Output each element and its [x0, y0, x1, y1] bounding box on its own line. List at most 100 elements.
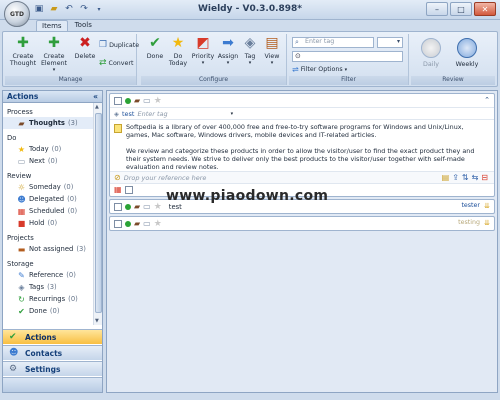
filter-options-label: Filter Options	[300, 66, 343, 73]
tag-search-icon: ⌕	[295, 38, 299, 46]
view-button[interactable]: ▤ View ▾	[261, 34, 283, 67]
tag-button[interactable]: ◈ Tag ▾	[241, 34, 259, 67]
filter-placeholder: Enter tag	[305, 38, 335, 45]
collapse-panel-icon[interactable]: «	[93, 92, 98, 101]
item-tag[interactable]: tester	[461, 202, 480, 209]
assign-button[interactable]: ➡ Assign ▾	[217, 34, 239, 67]
assign-dropdown-icon: ▾	[226, 60, 230, 66]
minimize-button[interactable]: –	[426, 2, 448, 16]
note-text[interactable]: Softpedia is a library of over 400,000 f…	[110, 119, 494, 171]
create-thought-button[interactable]: ✚ Create Thought	[9, 34, 37, 68]
create-thought-icon: ✚	[17, 34, 29, 51]
collapse-card-icon[interactable]: ⌃	[484, 96, 490, 104]
scroll-up-icon[interactable]: ▲	[95, 104, 99, 110]
reference-drop-row[interactable]: ⊘ Drop your reference here ▤ ⇪ ⇅ ⇆ ⊟	[110, 171, 494, 183]
nav-item-thoughts[interactable]: ▰ Thoughts (3)	[3, 117, 94, 129]
scroll-down-icon[interactable]: ▼	[95, 318, 99, 324]
filter-options-dropdown-icon: ▾	[344, 66, 348, 73]
duplicate-button[interactable]: ❐ Duplicate	[99, 40, 139, 50]
attach-file-icon[interactable]: ▤	[442, 173, 450, 182]
close-button[interactable]: ✕	[474, 2, 496, 16]
daily-button[interactable]: Daily	[417, 61, 445, 68]
note-paragraph-2: We review and categorize these products …	[126, 147, 475, 171]
link-add-icon[interactable]: ⇆	[472, 173, 479, 182]
nav-item-today[interactable]: ★ Today (0)	[3, 143, 94, 155]
expand-card-icon[interactable]: ⇊	[484, 219, 490, 227]
done-button[interactable]: ✔ Done	[145, 34, 165, 61]
tag-input[interactable]: Enter tag	[137, 110, 167, 118]
section-storage: Storage	[7, 260, 34, 268]
reference-icon: ▭	[143, 201, 151, 211]
nav-item-someday[interactable]: ☼ Someday (0)	[3, 181, 94, 193]
card-header-row: ▰ ▭ ★ ⌃	[110, 94, 494, 107]
scroll-thumb[interactable]	[95, 113, 102, 313]
delete-button[interactable]: ✖ Delete	[73, 34, 97, 61]
star-icon[interactable]: ★	[154, 219, 162, 229]
done-icon: ✔	[18, 306, 25, 316]
select-checkbox[interactable]	[114, 219, 122, 228]
actions-icon: ✔	[9, 332, 17, 342]
chevron-down-icon[interactable]: ▾	[231, 111, 234, 117]
select-checkbox[interactable]	[114, 202, 122, 211]
filter-options-button[interactable]: ⇌ Filter Options ▾	[292, 65, 347, 74]
filter-tag-dropdown[interactable]: ▾	[377, 37, 403, 48]
filter-second-input[interactable]: ⊙	[292, 51, 403, 62]
project-icon: ▬	[17, 244, 26, 254]
upload-icon[interactable]: ⇪	[452, 173, 459, 182]
nav-item-label: Today	[29, 145, 49, 153]
weekly-review-icon	[457, 38, 477, 58]
star-icon[interactable]: ★	[154, 202, 162, 212]
review-group-label: Review	[411, 76, 495, 85]
sort-icon[interactable]: ⇅	[462, 173, 469, 182]
nav-button-contacts[interactable]: ☻ Contacts	[3, 345, 102, 360]
star-icon[interactable]: ★	[154, 96, 162, 106]
create-element-button[interactable]: ✚ Create Element ▾	[39, 34, 69, 74]
attachment-checkbox[interactable]	[124, 185, 133, 194]
tag-link[interactable]: test	[122, 110, 134, 118]
nav-item-label: Tags	[29, 283, 45, 291]
priority-button[interactable]: ◩ Priority ▾	[191, 34, 215, 67]
nav-item-label: Next	[29, 157, 45, 165]
nav-item-scheduled[interactable]: ▦ Scheduled (0)	[3, 205, 94, 217]
card-header-row: ▰ ▭ ★ testing ⇊	[110, 217, 494, 230]
checkmark-icon: ✔	[149, 34, 161, 51]
manage-group-label: Manage	[5, 76, 136, 85]
nav-item-delegated[interactable]: ☻ Delegated (0)	[3, 193, 94, 205]
nav-item-hold[interactable]: ■ Hold (0)	[3, 217, 94, 229]
nav-item-tags[interactable]: ◈ Tags (3)	[3, 281, 94, 293]
tag-label: Tag	[244, 53, 256, 60]
nav-item-recurrings[interactable]: ↻ Recurrings (0)	[3, 293, 94, 305]
remove-icon[interactable]: ⊟	[481, 173, 488, 182]
left-panel-title: Actions	[7, 92, 39, 101]
priority-label: Priority	[191, 53, 215, 60]
tag-dropdown-icon: ▾	[248, 60, 252, 66]
nav-item-next[interactable]: ▭ Next (0)	[3, 155, 94, 167]
expand-card-icon[interactable]: ⇊	[484, 202, 490, 210]
nav-item-not-assigned[interactable]: ▬ Not assigned (3)	[3, 243, 94, 255]
configure-group: ✔ Done ★ Do Today ◩ Priority ▾ ➡ Assign …	[141, 34, 287, 85]
convert-button[interactable]: ⇄ Convert	[99, 58, 133, 68]
nav-button-label: Settings	[25, 365, 61, 374]
assign-arrow-icon: ➡	[222, 34, 234, 51]
do-today-button[interactable]: ★ Do Today	[167, 34, 189, 68]
maximize-button[interactable]: □	[450, 2, 472, 16]
nav-button-settings[interactable]: ⚙ Settings	[3, 361, 102, 376]
view-dropdown-icon: ▾	[270, 60, 274, 66]
nav-button-actions[interactable]: ✔ Actions	[3, 329, 102, 344]
nav-item-done[interactable]: ✔ Done (0)	[3, 305, 94, 317]
left-panel-scrollbar[interactable]: ▲ ▼	[93, 103, 102, 325]
calendar-icon[interactable]: ▦	[114, 185, 122, 194]
thought-card[interactable]: ▰ ▭ ★ testing ⇊	[109, 216, 495, 231]
daily-label: Daily	[423, 61, 439, 68]
weekly-button[interactable]: Weekly	[453, 61, 481, 68]
select-checkbox[interactable]	[114, 96, 122, 105]
nav-item-reference[interactable]: ✎ Reference (0)	[3, 269, 94, 281]
filter-tag-input[interactable]: ⌕ Enter tag	[292, 37, 374, 48]
app-menu-button[interactable]: GTD	[4, 1, 30, 27]
window-controls: – □ ✕	[426, 2, 496, 16]
thought-card-expanded: ▰ ▭ ★ ⌃ ◈ test Enter tag ▾ Softpedia is …	[109, 93, 495, 197]
item-tag[interactable]: testing	[458, 219, 480, 226]
duplicate-icon: ❐	[99, 40, 108, 50]
nav-item-label: Not assigned	[29, 245, 74, 253]
reference-tools: ▤ ⇪ ⇅ ⇆ ⊟	[442, 173, 488, 182]
